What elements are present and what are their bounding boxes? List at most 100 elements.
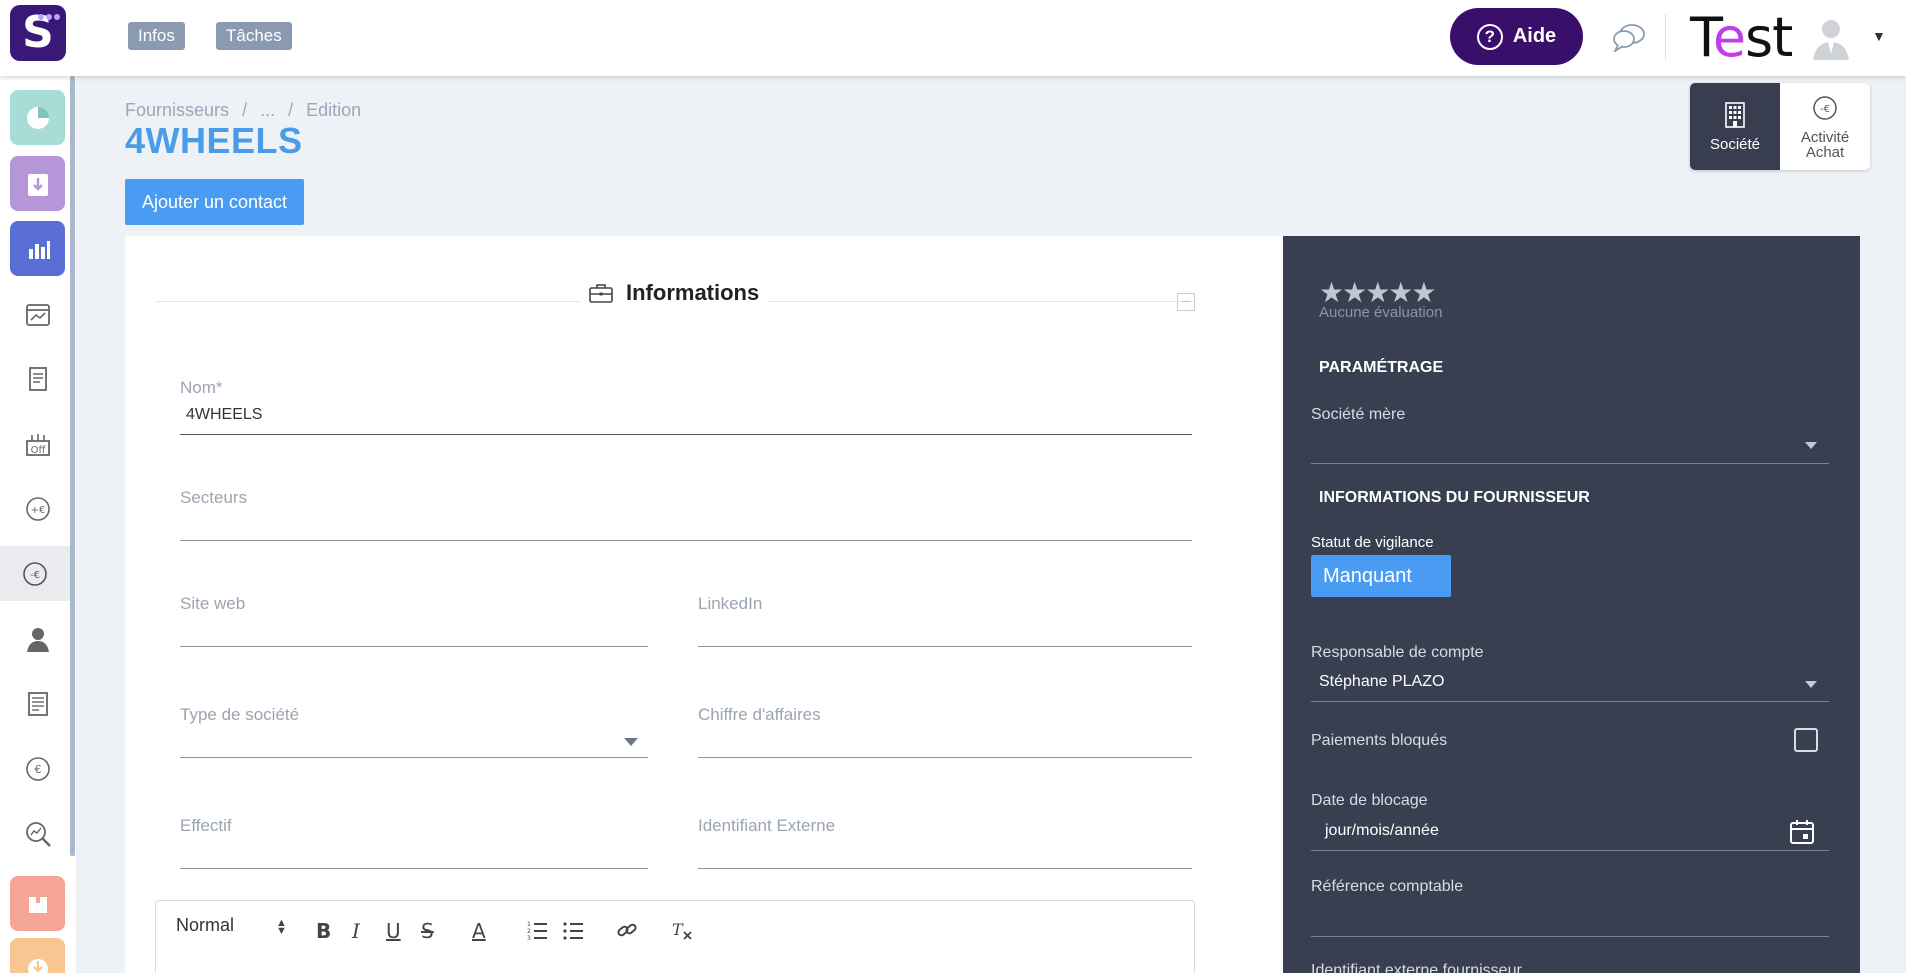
app-logo[interactable]: S [10, 5, 66, 61]
sidebar-item-dashboard[interactable] [10, 90, 65, 145]
sidebar-item-payments[interactable]: € [10, 741, 65, 796]
bold-button[interactable]: B [316, 919, 331, 943]
svg-text:-€: -€ [30, 570, 40, 581]
help-button[interactable]: ? Aide [1450, 8, 1583, 65]
italic-button[interactable]: I [352, 919, 360, 943]
svg-text:T: T [672, 920, 684, 939]
paiements-label: Paiements bloqués [1311, 732, 1448, 749]
sidebar-item-invoices[interactable] [10, 676, 65, 731]
bullet-list-button[interactable] [562, 919, 584, 946]
minus-euro-icon: -€ [1813, 95, 1837, 120]
svg-text:-€: -€ [1820, 104, 1830, 115]
type-societe-caret-icon[interactable] [624, 738, 638, 746]
linkedin-label: LinkedIn [698, 594, 763, 613]
reference-comptable-underline [1311, 936, 1829, 937]
sidebar-item-contacts[interactable] [10, 611, 65, 666]
type-societe-select[interactable]: Type de société [180, 705, 648, 765]
underline-button[interactable]: U [386, 919, 401, 943]
view-activite-achat-tab[interactable]: -€ Activité Achat [1780, 83, 1870, 170]
chiffre-affaires-field[interactable]: Chiffre d'affaires [698, 705, 1192, 765]
analytics-search-icon [25, 821, 51, 847]
sidebar-item-analytics[interactable] [10, 806, 65, 861]
sidebar: Off +€ -€ € [0, 76, 76, 973]
calendar-icon[interactable] [1789, 819, 1815, 845]
identifiant-externe-field[interactable]: Identifiant Externe [698, 816, 1192, 876]
format-select[interactable]: Normal [176, 915, 234, 936]
secteurs-field[interactable]: Secteurs [180, 488, 1192, 548]
sidebar-item-offers[interactable]: Off [10, 416, 65, 471]
chat-icon[interactable] [1612, 22, 1646, 52]
vigilance-status-badge[interactable]: Manquant [1311, 555, 1451, 597]
breadcrumb-ellipsis[interactable]: ... [260, 100, 275, 120]
identifiant-externe-underline [698, 868, 1192, 869]
view-achat-label: Achat [1805, 143, 1845, 161]
add-contact-button[interactable]: Ajouter un contact [125, 179, 304, 225]
effectif-field[interactable]: Effectif [180, 816, 648, 876]
sidebar-item-stock[interactable] [10, 876, 65, 931]
parametrage-heading: PARAMÉTRAGE [1319, 359, 1444, 376]
sidebar-scrollbar[interactable] [70, 76, 75, 856]
linkedin-field[interactable]: LinkedIn [698, 594, 1192, 654]
responsable-value[interactable]: Stéphane PLAZO [1319, 673, 1444, 691]
strike-button[interactable]: S [421, 919, 434, 943]
user-avatar-icon[interactable] [1808, 14, 1854, 60]
sidebar-item-sales[interactable]: +€ [10, 481, 65, 536]
nom-label: Nom* [180, 378, 223, 397]
nom-value[interactable]: 4WHEELS [186, 406, 262, 424]
link-icon [617, 923, 637, 937]
sidebar-item-statistics[interactable] [10, 221, 65, 276]
svg-text:Off: Off [30, 445, 46, 456]
clear-format-button[interactable]: T [671, 919, 693, 946]
nav-infos-button[interactable]: Infos [128, 22, 185, 50]
sidebar-item-planning[interactable] [10, 286, 65, 341]
top-bar: S Infos Tâches ? Aide Test ▼ [0, 0, 1906, 76]
section-title: Informations [580, 280, 768, 306]
user-menu-caret-icon[interactable]: ▼ [1872, 28, 1886, 44]
identifiant-fournisseur-label: Identifiant externe fournisseur [1311, 962, 1522, 973]
breadcrumb-fournisseurs[interactable]: Fournisseurs [125, 100, 229, 120]
secteurs-label: Secteurs [180, 488, 248, 507]
nom-field[interactable]: Nom* 4WHEELS [180, 378, 1192, 438]
vigilance-label: Statut de vigilance [1311, 534, 1434, 551]
responsable-caret-icon[interactable] [1805, 681, 1817, 688]
site-web-underline [180, 646, 648, 647]
date-blocage-input[interactable]: jour/mois/année [1325, 822, 1439, 840]
svg-text:1: 1 [527, 921, 531, 928]
site-web-field[interactable]: Site web [180, 594, 648, 654]
societe-mere-underline [1311, 463, 1829, 464]
euro-coin-icon: € [25, 756, 50, 781]
page-title: 4WHEELS [125, 120, 303, 161]
nav-taches-button[interactable]: Tâches [216, 22, 292, 50]
sidebar-item-download[interactable] [10, 938, 65, 973]
view-activite-label: Activité [1800, 128, 1850, 146]
responsable-label: Responsable de compte [1311, 644, 1484, 661]
sidebar-item-quotes[interactable] [10, 351, 65, 406]
ordered-list-button[interactable]: 123 [526, 919, 548, 946]
bar-chart-icon [28, 240, 50, 259]
view-societe-tab[interactable]: Société [1690, 83, 1780, 170]
sidebar-item-inbox[interactable] [10, 156, 65, 211]
sidebar-item-purchases[interactable]: -€ [0, 546, 70, 601]
informations-card: Informations – Nom* 4WHEELS Secteurs Sit… [125, 236, 1283, 973]
bullet-list-icon [563, 922, 583, 940]
calendar-chart-icon [25, 303, 50, 326]
collapse-button[interactable]: – [1177, 293, 1195, 311]
reference-comptable-label: Référence comptable [1311, 878, 1464, 895]
logo-dots [38, 14, 60, 20]
responsable-underline [1311, 701, 1829, 702]
briefcase-icon [589, 284, 613, 303]
ordered-list-icon: 123 [527, 921, 547, 942]
societe-mere-caret-icon[interactable] [1805, 442, 1817, 449]
link-button[interactable] [616, 919, 638, 946]
breadcrumb-separator: / [288, 100, 294, 120]
effectif-label: Effectif [180, 816, 232, 835]
text-color-button[interactable]: A [472, 919, 486, 943]
invoice-icon [27, 691, 48, 716]
rich-text-toolbar: Normal ▲ ▼ B I U S A 123 T [155, 900, 1195, 973]
secteurs-underline [180, 540, 1192, 541]
view-societe-label: Société [1709, 136, 1761, 153]
svg-text:+€: +€ [30, 505, 45, 516]
format-select-arrows-icon[interactable]: ▲ ▼ [276, 918, 287, 937]
type-societe-label: Type de société [180, 705, 300, 724]
paiements-bloques-checkbox[interactable] [1794, 728, 1818, 752]
